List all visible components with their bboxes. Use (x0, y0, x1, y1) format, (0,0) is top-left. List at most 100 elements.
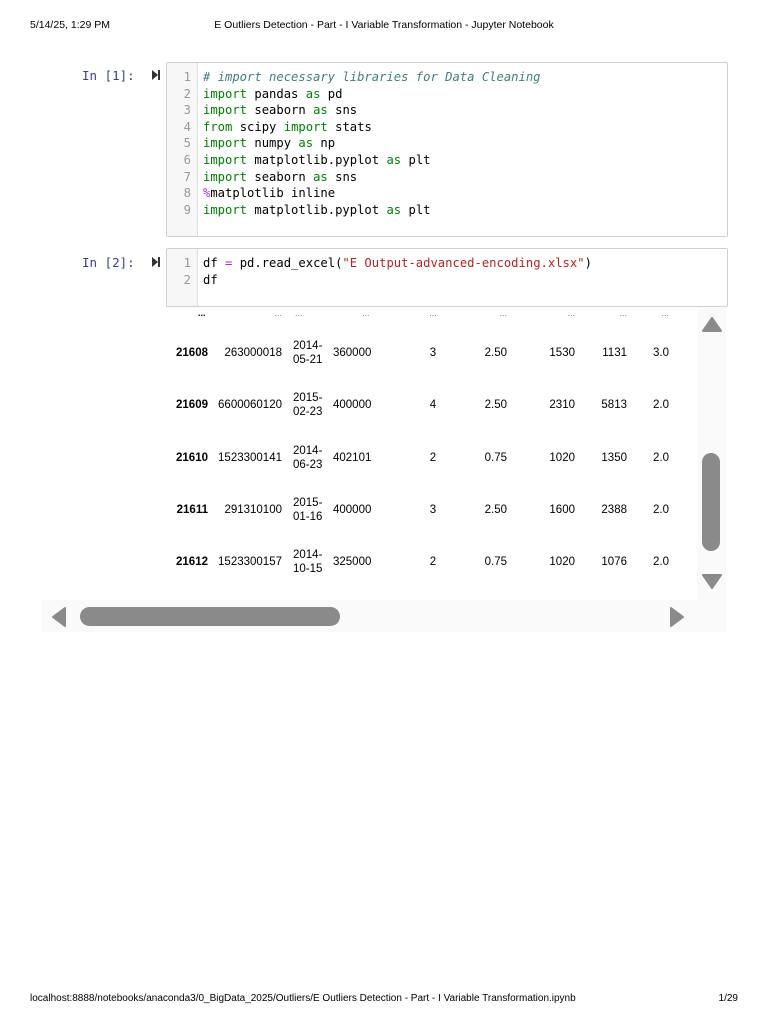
table-cell-id: 6600060120 (218, 399, 282, 412)
table-cell-sqft-living: 2310 (549, 399, 575, 412)
code-token: "E Output-advanced-encoding.xlsx" (342, 256, 585, 270)
date-part: 2014- (293, 444, 323, 457)
ellipsis-cell: ... (661, 308, 669, 318)
code-token: as (313, 169, 328, 184)
row-index: 21611 (176, 503, 208, 516)
code-token: as (313, 103, 328, 118)
table-cell-id: 291310100 (224, 503, 282, 516)
code-token: stats (327, 119, 372, 134)
code-token: as (386, 202, 402, 217)
code-line: 3 import seaborn as sns (167, 102, 541, 119)
code-token: seaborn (247, 169, 314, 184)
table-cell-sqft-lot: 5813 (601, 399, 627, 412)
code-token: plt (401, 152, 431, 167)
date-part: 01-16 (293, 510, 323, 523)
code-token: matplotlib inline (210, 186, 336, 201)
run-cell-icon[interactable] (151, 69, 161, 81)
table-cell-floors: 3.0 (653, 347, 669, 359)
scroll-down-icon[interactable] (701, 572, 723, 590)
page-number: 1/29 (718, 993, 738, 1004)
ellipsis-cell: ... (429, 308, 437, 318)
table-cell-date: 2014- 06-23 (293, 444, 322, 472)
code-token: ) (584, 256, 592, 270)
vertical-scroll-thumb[interactable] (702, 453, 720, 551)
table-cell-bedrooms: 3 (429, 347, 437, 359)
date-part: 2014- (293, 340, 323, 352)
code-token: import (203, 86, 248, 101)
code-token: import (203, 169, 248, 184)
code-editor[interactable]: 1 # import necessary libraries for Data C… (166, 62, 728, 237)
ellipsis-cell: ... (295, 308, 303, 318)
table-cell-bedrooms: 4 (429, 399, 437, 412)
code-token: matplotlib.pyplot (247, 202, 387, 217)
ellipsis-cell: ... (499, 308, 507, 318)
code-token: import (283, 119, 328, 134)
code-line: 1 # import necessary libraries for Data C… (167, 69, 541, 86)
table-cell-id: 263000018 (224, 347, 282, 359)
print-title: E Outliers Detection - Part - I Variable… (214, 19, 554, 31)
table-cell-date: 2014- 10-15 (293, 548, 322, 576)
table-cell-price: 400000 (333, 399, 372, 412)
print-url: localhost:8888/notebooks/anaconda3/0_Big… (30, 993, 576, 1004)
code-line: 8 %matplotlib inline (167, 185, 541, 202)
code-token: scipy (232, 119, 284, 134)
code-line: 2 df (167, 272, 592, 289)
code-line: 1 df = pd.read_excel("E Output-advanced-e… (167, 255, 592, 272)
code-token: from (203, 119, 233, 134)
table-row: 21609 6600060120 2015- 02-23 400000 4 2.50 2310… (42, 390, 697, 420)
ellipsis-cell: ... (198, 308, 206, 318)
code-token: sns (327, 169, 358, 184)
code-token: df (203, 256, 226, 270)
horizontal-scrollbar[interactable] (42, 600, 726, 632)
ellipsis-cell: ... (362, 308, 370, 318)
table-cell-id: 1523300157 (218, 556, 282, 569)
date-part: 10-15 (293, 563, 323, 576)
line-number: 6 (183, 152, 191, 167)
table-cell-floors: 2.0 (653, 503, 669, 516)
table-cell-date: 2015- 01-16 (293, 496, 322, 524)
line-number: 3 (183, 103, 191, 118)
table-row: 21608 263000018 2014- 05-21 360000 3 2.50 1530 1… (42, 338, 697, 368)
table-cell-price: 402101 (333, 451, 372, 464)
table-row: 21612 1523300157 2014- 10-15 325000 2 0.75 1020… (42, 547, 697, 577)
code-line: 4 from scipy import stats (167, 119, 541, 136)
ellipsis-cell: ... (274, 308, 282, 318)
table-cell-sqft-lot: 2388 (601, 503, 627, 516)
line-number: 7 (183, 169, 191, 184)
table-row: 21611 291310100 2015- 01-16 400000 3 2.50 1600 2… (42, 495, 697, 525)
scroll-left-icon[interactable] (50, 606, 68, 628)
table-cell-bedrooms: 2 (429, 451, 437, 464)
vertical-scrollbar[interactable] (697, 308, 726, 600)
line-number: 5 (183, 136, 191, 151)
code-editor[interactable]: 1 df = pd.read_excel("E Output-advanced-e… (166, 248, 728, 307)
table-cell-sqft-lot: 1350 (601, 451, 627, 464)
cell-prompt: In [2]: (82, 255, 135, 270)
table-cell-id: 1523300141 (218, 451, 282, 464)
code-token: pd.read_excel( (232, 256, 343, 270)
scroll-right-icon[interactable] (668, 606, 686, 628)
table-cell-sqft-living: 1020 (549, 556, 575, 569)
run-cell-icon[interactable] (151, 256, 161, 268)
table-cell-price: 325000 (333, 556, 372, 569)
date-part: 02-23 (293, 406, 323, 419)
table-cell-bedrooms: 2 (429, 556, 437, 569)
table-cell-price: 400000 (333, 503, 372, 516)
code-token: # import necessary libraries for Data Cl… (203, 70, 541, 84)
date-part: 2015- (293, 496, 323, 509)
code-line: 9 import matplotlib.pyplot as plt (167, 202, 541, 219)
code-line: 6 import matplotlib.pyplot as plt (167, 152, 541, 169)
code-token: sns (327, 103, 358, 118)
scroll-up-icon[interactable] (701, 316, 723, 334)
table-cell-bedrooms: 3 (429, 503, 437, 516)
table-cell-sqft-lot: 1131 (602, 347, 627, 359)
table-cell-date: 2015- 02-23 (293, 391, 322, 419)
line-number: 1 (183, 256, 191, 270)
line-number: 8 (183, 186, 191, 201)
row-index: 21610 (176, 451, 208, 464)
row-index: 21608 (176, 347, 208, 359)
table-cell-bathrooms: 0.75 (484, 451, 507, 464)
ellipsis-cell: ... (619, 308, 627, 318)
code-token: as (386, 152, 402, 167)
line-number: 2 (183, 86, 191, 101)
horizontal-scroll-thumb[interactable] (80, 607, 340, 626)
